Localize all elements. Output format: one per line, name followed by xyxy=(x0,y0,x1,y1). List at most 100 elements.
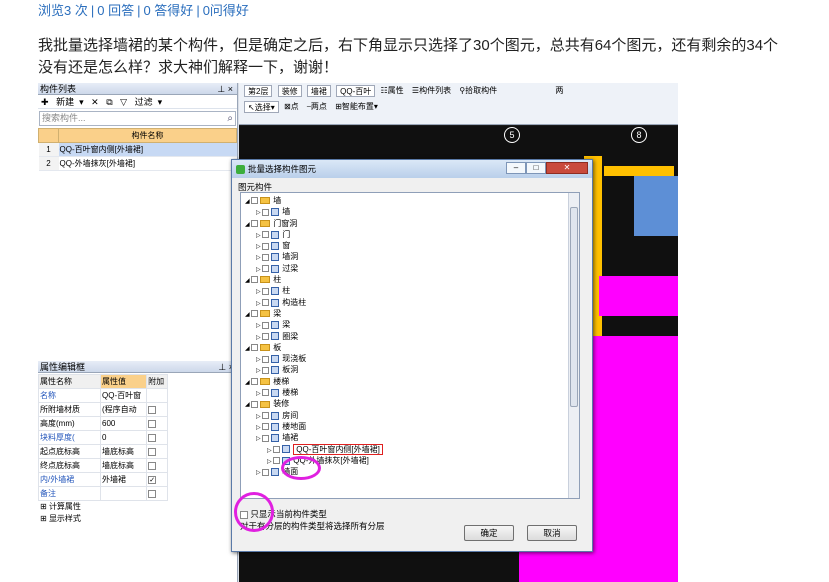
property-row[interactable]: 高度(mm) 600 xyxy=(38,416,168,431)
delete-icon[interactable]: ✕ xyxy=(91,97,99,107)
tree-checkbox[interactable] xyxy=(262,412,270,420)
good-answers-count[interactable]: 0 答得好 xyxy=(143,3,193,18)
tree-checkbox[interactable] xyxy=(262,366,270,374)
tree-scrollbar[interactable] xyxy=(568,193,579,498)
tree-item[interactable]: ▷ 构造柱 xyxy=(241,297,579,308)
tree-item-label: 门 xyxy=(282,229,291,239)
tree-item[interactable]: ▷ 梁 xyxy=(241,319,579,330)
tree-item[interactable]: ▷ QQ-百叶窗内侧[外墙裙] xyxy=(241,443,579,455)
extra-button[interactable]: 两 xyxy=(555,83,563,99)
tree-item[interactable]: ◢ 梁 xyxy=(241,308,579,319)
tree-item[interactable]: ▷ 墙洞 xyxy=(241,251,579,262)
property-row[interactable]: 名称 QQ-百叶窗 xyxy=(38,388,168,403)
property-row[interactable]: 所附墙材质 (程序自动 xyxy=(38,402,168,417)
tree-checkbox[interactable] xyxy=(251,344,259,352)
tree-checkbox[interactable] xyxy=(262,355,270,363)
tree-checkbox[interactable] xyxy=(262,468,270,476)
extra-checkbox[interactable] xyxy=(148,433,157,442)
extra-checkbox[interactable] xyxy=(148,419,157,428)
tree-item[interactable]: ▷ 墙 xyxy=(241,206,579,217)
tree-item[interactable]: ▷ 房间 xyxy=(241,410,579,421)
tree-checkbox[interactable] xyxy=(251,310,259,318)
ok-button[interactable]: 确定 xyxy=(464,525,514,541)
property-row[interactable]: 备注 xyxy=(38,486,168,501)
tree-item[interactable]: ◢ 柱 xyxy=(241,274,579,285)
tree-checkbox[interactable] xyxy=(273,445,281,453)
tree-checkbox[interactable] xyxy=(273,457,281,465)
tree-checkbox[interactable] xyxy=(262,208,270,216)
tree-checkbox[interactable] xyxy=(262,389,270,397)
tree-item[interactable]: ▷ 板洞 xyxy=(241,364,579,375)
tree-checkbox[interactable] xyxy=(262,231,270,239)
extra-checkbox[interactable]: ✓ xyxy=(148,475,157,484)
table-row[interactable]: 1 QQ-百叶窗内侧[外墙裙] xyxy=(38,142,237,157)
tree-checkbox[interactable] xyxy=(262,332,270,340)
extra-checkbox[interactable] xyxy=(148,489,157,498)
tree-item[interactable]: ▷ 过梁 xyxy=(241,263,579,274)
tree-checkbox[interactable] xyxy=(262,321,270,329)
extra-checkbox[interactable] xyxy=(148,461,157,470)
answers-count[interactable]: 0 回答 xyxy=(97,3,134,18)
two-point-button[interactable]: ⎯两点 xyxy=(307,99,327,115)
attr-button[interactable]: ☷属性 xyxy=(381,83,404,99)
tree-item-label: QQ-百叶窗内侧[外墙裙] xyxy=(293,443,383,455)
scroll-thumb[interactable] xyxy=(570,207,578,407)
tree-item[interactable]: ◢ 墙 xyxy=(241,195,579,206)
tree-item[interactable]: ▷ 门 xyxy=(241,229,579,240)
component-list-button[interactable]: ☰构件列表 xyxy=(412,83,451,99)
pin-icon[interactable]: ⊥ × xyxy=(217,83,233,95)
tree-item[interactable]: ◢ 门窗洞 xyxy=(241,218,579,229)
minimize-icon[interactable]: – xyxy=(506,162,526,174)
component-search-input[interactable]: 搜索构件... ⌕ xyxy=(39,111,236,126)
select-button[interactable]: ↖选择▾ xyxy=(244,100,279,113)
tree-checkbox[interactable] xyxy=(251,197,259,205)
tree-item[interactable]: ◢ 装修 xyxy=(241,398,579,409)
tree-checkbox[interactable] xyxy=(251,400,259,408)
filter-button[interactable]: ▽ 过滤 ▾ xyxy=(120,97,162,107)
component-select[interactable]: QQ-百叶 xyxy=(336,84,376,97)
tree-checkbox[interactable] xyxy=(262,242,270,250)
tree-item[interactable]: ◢ 板 xyxy=(241,342,579,353)
property-row[interactable]: 内/外墙裙 外墙裙 ✓ xyxy=(38,472,168,487)
tree-checkbox[interactable] xyxy=(262,265,270,273)
tree-item[interactable]: ▷ 楼梯 xyxy=(241,387,579,398)
tree-checkbox[interactable] xyxy=(262,253,270,261)
new-button[interactable]: ✚ 新建 ▾ xyxy=(41,97,84,107)
tree-item[interactable]: ▷ 柱 xyxy=(241,285,579,296)
tree-checkbox[interactable] xyxy=(251,378,259,386)
pick-component-button[interactable]: ⚲拾取构件 xyxy=(459,83,497,99)
tree-checkbox[interactable] xyxy=(251,219,259,227)
point-button[interactable]: ⊠点 xyxy=(284,99,299,115)
tree-item[interactable]: ▷ 墙裙 xyxy=(241,432,579,443)
category-select[interactable]: 装修 xyxy=(277,84,302,97)
tree-checkbox[interactable] xyxy=(262,299,270,307)
tree-checkbox[interactable] xyxy=(262,434,270,442)
property-row[interactable]: 块料厚度(0 xyxy=(38,430,168,445)
extra-checkbox[interactable] xyxy=(148,405,157,414)
close-icon[interactable]: ✕ xyxy=(546,162,588,174)
floor-select[interactable]: 第2层 xyxy=(244,84,273,97)
table-row[interactable]: 2 QQ-外墙抹灰[外墙裙] xyxy=(38,156,237,171)
tree-item[interactable]: ▷ 圈梁 xyxy=(241,331,579,342)
maximize-icon[interactable]: □ xyxy=(526,162,546,174)
property-row[interactable]: 终点底标高 墙底标高 xyxy=(38,458,168,473)
display-style-expander[interactable]: ⊞ 显示样式 xyxy=(38,513,238,525)
tree-item[interactable]: ▷ 楼地面 xyxy=(241,421,579,432)
search-icon[interactable]: ⌕ xyxy=(227,112,233,125)
tree-item-label: 房间 xyxy=(282,410,299,420)
tree-checkbox[interactable] xyxy=(262,423,270,431)
tree-checkbox[interactable] xyxy=(262,287,270,295)
copy-icon[interactable]: ⧉ xyxy=(106,97,112,107)
property-row[interactable]: 起点底标高 墙底标高 xyxy=(38,444,168,459)
tree-item[interactable]: ▷ 现浇板 xyxy=(241,353,579,364)
got-good-count[interactable]: 0问得好 xyxy=(203,3,249,18)
calc-props-expander[interactable]: ⊞ 计算属性 xyxy=(38,501,238,513)
tree-item[interactable]: ◢ 楼梯 xyxy=(241,376,579,387)
tree-item[interactable]: ▷ 窗 xyxy=(241,240,579,251)
extra-checkbox[interactable] xyxy=(148,447,157,456)
smart-layout-button[interactable]: ⊞智能布置▾ xyxy=(335,99,378,115)
type-select[interactable]: 墙裙 xyxy=(306,84,331,97)
tree-checkbox[interactable] xyxy=(251,276,259,284)
folder-icon xyxy=(260,344,271,352)
cancel-button[interactable]: 取消 xyxy=(527,525,577,541)
